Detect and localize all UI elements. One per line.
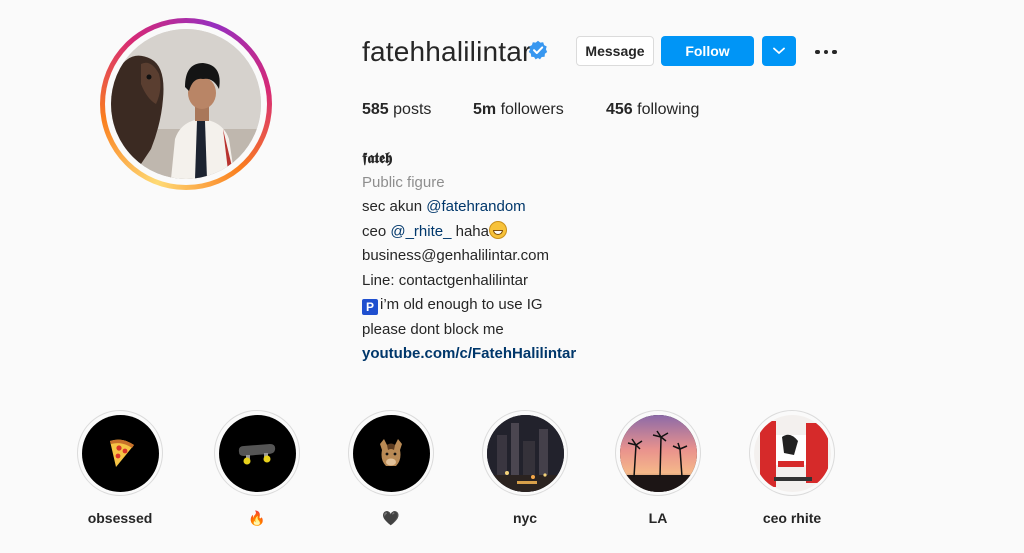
posts-label: posts [393,101,432,118]
profile-avatar-ring[interactable] [100,18,272,190]
profile-avatar[interactable] [111,29,261,179]
bio-line-business-email: business@genhalilintar.com [362,247,549,264]
bio-line-secondary-account: sec akun @fatehrandom [362,195,576,220]
nyc-city-thumbnail [486,414,564,492]
highlight-black-heart[interactable]: 🖤 [347,410,435,528]
highlight-obsessed[interactable]: obsessed [76,410,164,528]
la-palm-sunset-thumbnail [619,414,697,492]
highlight-label: nyc [512,510,538,526]
horse-icon [380,439,402,466]
highlight-cover [619,414,697,492]
avatar-inner-border [105,23,267,185]
bio-text: i’m old enough to use IG [380,296,543,313]
highlight-ring [482,410,568,496]
dot [815,49,820,55]
highlight-cover [218,414,296,492]
chevron-down-icon [773,47,785,54]
highlight-cover [352,414,430,492]
highlight-cover [753,414,831,492]
followers-count: 5m [473,101,497,118]
dot [832,49,837,55]
profile-username: fatehhalilintar [362,36,532,67]
highlight-label: LA [648,510,668,526]
following-label: following [637,101,700,118]
bio-line-line-contact: Line: contactgenhalilintar [362,271,528,289]
bio-text: ceo [362,222,391,240]
highlight-fire[interactable]: 🔥 [213,410,301,528]
profile-bio: 𝖋𝖆𝖙𝖊𝖍 Public figure sec akun @fatehrando… [362,146,576,367]
follow-button[interactable]: Follow [661,36,754,66]
highlight-cover [486,414,564,492]
highlight-label: 🔥 [248,510,266,526]
bio-line-block: please dont block me [362,320,504,338]
following-stat[interactable]: 456 following [606,101,699,119]
avatar-photo-illustration [111,29,261,179]
bio-line-ceo: ceo @_rhite_ haha [362,220,576,245]
verified-badge-icon [528,40,548,60]
mention-link-fatehrandom[interactable]: @fatehrandom [426,198,525,215]
bio-line-age: Pi’m old enough to use IG [362,293,576,318]
highlight-la[interactable]: LA [614,410,702,528]
following-count: 456 [606,101,633,118]
suggested-accounts-dropdown-button[interactable] [762,36,796,66]
followers-stat[interactable]: 5m followers [473,101,564,119]
highlight-nyc[interactable]: nyc [481,410,569,528]
highlight-cover [81,414,159,492]
bio-text: sec akun [362,198,427,215]
profile-display-name: 𝖋𝖆𝖙𝖊𝖍 [362,149,393,167]
highlight-ring [615,410,701,496]
message-button[interactable]: Message [576,36,654,66]
peace-poster-thumbnail [753,414,831,492]
highlight-label: obsessed [87,510,153,526]
dot [823,49,829,55]
highlight-ring [77,410,163,496]
highlight-ceo-rhite[interactable]: ceo rhite [748,410,836,528]
highlight-label: ceo rhite [762,510,822,526]
highlight-ring [749,410,835,496]
profile-category: Public figure [362,173,445,191]
grinning-emoji-icon [489,220,507,239]
p-button-emoji-icon: P [362,299,378,315]
followers-label: followers [500,101,564,118]
highlight-ring [348,410,434,496]
highlight-label: 🖤 [382,510,400,526]
more-options-icon[interactable] [812,42,840,62]
skateboard-icon [238,444,276,465]
posts-stat: 585 posts [362,101,431,119]
pizza-icon [110,439,134,467]
mention-link-rhite[interactable]: @_rhite_ [390,223,451,240]
posts-count: 585 [362,101,389,118]
bio-external-link[interactable]: youtube.com/c/FatehHalilintar [362,342,576,367]
bio-text: haha [451,222,489,240]
highlight-ring [214,410,300,496]
